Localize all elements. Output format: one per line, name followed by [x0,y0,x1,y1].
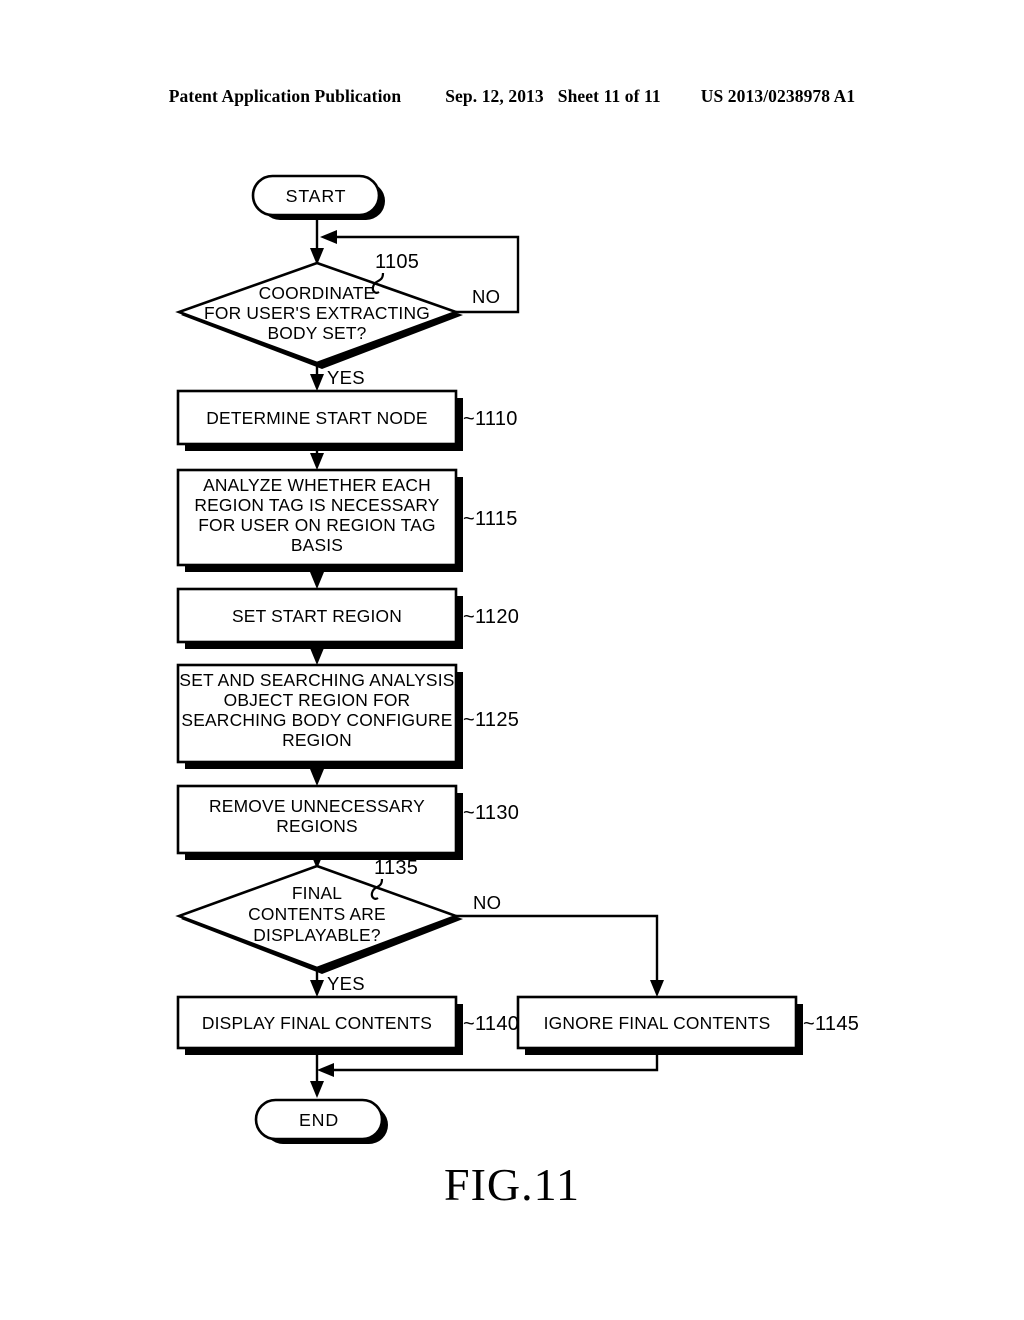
connector-1140-to-end [310,1048,324,1098]
arrowhead-down-icon [650,980,664,997]
node-process-1130: REMOVE UNNECESSARY REGIONS ~1130 [176,784,519,860]
node-start: START [251,174,385,220]
node-process-1115: ANALYZE WHETHER EACH REGION TAG IS NECES… [176,468,518,572]
node-decision-1135: FINAL CONTENTS ARE DISPLAYABLE? [175,864,463,974]
node-1140-line-1: DISPLAY FINAL CONTENTS [202,1013,432,1033]
ref-label-1105: 1105 [375,251,419,273]
node-1125-line-3: SEARCHING BODY CONFIGURE [181,710,452,730]
ref-label-1125: ~1125 [463,709,519,731]
figure-caption: FIG.11 [444,1159,580,1210]
node-1145-line-1: IGNORE FINAL CONTENTS [544,1013,771,1033]
node-1135-line-1: FINAL [292,883,342,903]
node-end-label: END [299,1110,339,1130]
connector-1120-to-1125 [310,648,324,665]
branch-label-d1105-yes: YES [327,367,365,388]
patent-page: Patent Application Publication Sep. 12, … [0,0,1024,1320]
node-start-label: START [286,186,347,206]
ref-label-1140: ~1140 [463,1013,519,1035]
ref-label-1120: ~1120 [463,606,519,628]
node-1115-line-2: REGION TAG IS NECESSARY [194,495,439,515]
node-process-1125: SET AND SEARCHING ANALYSIS OBJECT REGION… [176,663,519,769]
node-process-1120: SET START REGION ~1120 [176,587,519,649]
node-1115-line-1: ANALYZE WHETHER EACH [203,475,431,495]
flowchart-diagram: START COORDINATE FOR USER'S EXTRACTING B… [175,174,859,1144]
arrowhead-down-icon [310,374,324,391]
node-1125-line-4: REGION [282,730,352,750]
connector-1115-to-1120 [310,572,324,589]
ref-label-1145: ~1145 [803,1013,859,1035]
node-process-1140: DISPLAY FINAL CONTENTS ~1140 [176,995,519,1055]
node-1125-line-2: OBJECT REGION FOR [224,690,411,710]
ref-label-1130: ~1130 [463,802,519,824]
node-1105-line-2: FOR USER'S EXTRACTING [204,303,430,323]
node-1130-line-2: REGIONS [276,816,358,836]
arrowhead-down-icon [310,1081,324,1098]
node-1135-line-2: CONTENTS ARE [248,904,386,924]
ref-label-1135: 1135 [374,857,418,879]
arrowhead-down-icon [310,648,324,665]
connector-1110-to-1115 [310,451,324,470]
arrowhead-down-icon [310,980,324,997]
arrowhead-left-icon [317,1063,334,1077]
node-1125-line-1: SET AND SEARCHING ANALYSIS [179,670,454,690]
connector-1125-to-1130 [310,769,324,786]
ref-label-1115: ~1115 [463,508,518,530]
node-1135-line-3: DISPLAYABLE? [253,925,381,945]
arrowhead-down-icon [310,769,324,786]
node-1110-line-1: DETERMINE START NODE [206,408,427,428]
branch-label-d1135-yes: YES [327,973,365,994]
branch-label-d1105-no: NO [472,286,500,307]
node-process-1145: IGNORE FINAL CONTENTS ~1145 [516,995,859,1055]
node-1130-line-1: REMOVE UNNECESSARY [209,796,425,816]
arrowhead-left-icon [320,230,337,244]
arrowhead-down-icon [310,572,324,589]
node-process-1110: DETERMINE START NODE ~1110 [176,389,518,451]
node-1105-line-3: BODY SET? [267,323,366,343]
connector-start-to-d1105 [310,215,324,265]
arrowhead-down-icon [310,453,324,470]
node-1105-line-1: COORDINATE [259,283,376,303]
connector-d1135-no: NO [456,892,664,997]
node-1115-line-4: BASIS [291,535,343,555]
node-1120-line-1: SET START REGION [232,606,402,626]
node-decision-1105: COORDINATE FOR USER'S EXTRACTING BODY SE… [175,261,463,369]
branch-label-d1135-no: NO [473,892,501,913]
ref-label-1110: ~1110 [463,408,518,430]
node-1115-line-3: FOR USER ON REGION TAG [198,515,436,535]
node-end: END [254,1098,388,1144]
